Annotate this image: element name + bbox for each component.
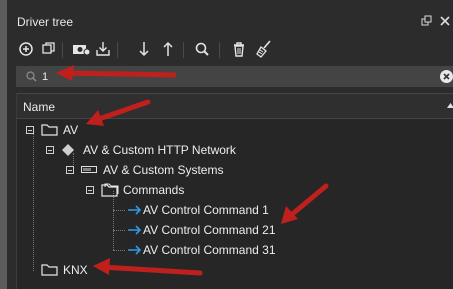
collapse-toggle[interactable] xyxy=(26,126,34,134)
folder-icon xyxy=(101,183,119,197)
clean-icon xyxy=(256,40,271,58)
driver-tree-panel: Driver tree 1 Name AV AV & Custom HTTP N… xyxy=(7,0,453,289)
command-arrow-icon xyxy=(128,245,142,255)
column-header-name: Name xyxy=(23,100,56,114)
search-icon xyxy=(26,71,37,82)
command-arrow-icon xyxy=(128,225,142,235)
tree-node-command[interactable]: AV Control Command 21 xyxy=(17,220,453,240)
search-bar xyxy=(16,66,453,87)
tree-node-label: KNX xyxy=(63,263,88,277)
tree-node-command[interactable]: AV Control Command 31 xyxy=(17,240,453,260)
toolbar-separator xyxy=(117,42,118,58)
folder-icon xyxy=(41,264,58,276)
tree-node-av[interactable]: AV xyxy=(17,120,453,140)
collapse-toggle[interactable] xyxy=(66,166,74,174)
add-button[interactable] xyxy=(16,39,36,59)
sort-asc-icon[interactable] xyxy=(447,103,453,108)
import-button[interactable] xyxy=(93,39,113,59)
tree-node-label: Commands xyxy=(123,183,185,197)
collapse-toggle[interactable] xyxy=(86,186,94,194)
toolbar xyxy=(7,36,453,64)
duplicate-icon xyxy=(42,42,55,54)
snapshot-button[interactable] xyxy=(71,39,91,59)
tree-node-label: AV xyxy=(63,123,79,137)
delete-icon xyxy=(234,42,244,57)
search-input[interactable] xyxy=(42,68,422,85)
tree-node-label: AV & Custom HTTP Network xyxy=(83,143,236,157)
duplicate-button[interactable] xyxy=(38,39,58,59)
panel-title: Driver tree xyxy=(17,15,74,29)
search-icon xyxy=(195,42,209,56)
find-button[interactable] xyxy=(192,39,212,59)
float-window-icon[interactable] xyxy=(420,14,432,26)
delete-button[interactable] xyxy=(229,39,249,59)
move-down-icon xyxy=(139,42,149,57)
tree-node-knx[interactable]: KNX xyxy=(17,260,453,280)
diamond-icon xyxy=(62,144,74,156)
clear-search-button[interactable] xyxy=(440,70,453,83)
command-arrow-icon xyxy=(128,205,142,215)
driver-tree: Name AV AV & Custom HTTP Network AV & Cu… xyxy=(16,93,453,289)
add-icon xyxy=(19,42,33,56)
close-panel-icon[interactable] xyxy=(439,14,451,26)
tree-node-command[interactable]: AV Control Command 1 xyxy=(17,200,453,220)
move-up-button[interactable] xyxy=(158,39,178,59)
move-up-icon xyxy=(163,41,173,56)
folder-icon xyxy=(41,124,58,136)
tree-node-commands[interactable]: Commands xyxy=(17,180,453,200)
panel-titlebar: Driver tree xyxy=(7,0,453,33)
collapse-toggle[interactable] xyxy=(46,146,54,154)
left-edge-strip xyxy=(0,0,7,289)
tree-header[interactable]: Name xyxy=(17,93,453,119)
toolbar-separator xyxy=(183,42,184,58)
tree-node-label: AV Control Command 31 xyxy=(143,243,276,257)
device-icon xyxy=(81,166,97,173)
camera-icon xyxy=(73,45,91,56)
tree-node-label: AV Control Command 1 xyxy=(143,203,269,217)
toolbar-separator xyxy=(62,42,63,58)
tree-node-systems[interactable]: AV & Custom Systems xyxy=(17,160,453,180)
tree-node-label: AV & Custom Systems xyxy=(103,163,224,177)
move-down-button[interactable] xyxy=(134,39,154,59)
tree-node-label: AV Control Command 21 xyxy=(143,223,276,237)
clear-search-icon xyxy=(443,73,450,80)
tree-node-network[interactable]: AV & Custom HTTP Network xyxy=(17,140,453,160)
toolbar-separator xyxy=(219,42,220,58)
import-icon xyxy=(96,42,110,56)
clean-button[interactable] xyxy=(254,39,274,59)
